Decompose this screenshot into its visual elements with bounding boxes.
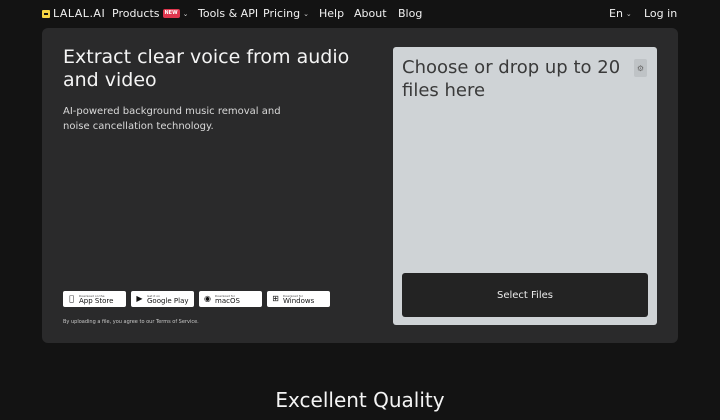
store-name: Google Play bbox=[147, 296, 189, 305]
nav-pricing-label: Pricing bbox=[263, 7, 301, 20]
store-buttons:  Download on the App Store ▶ Get it on … bbox=[63, 291, 330, 307]
logo-icon bbox=[42, 9, 50, 18]
macos-button[interactable]: ◉ Download for macOS bbox=[199, 291, 262, 307]
google-play-icon: ▶ bbox=[136, 294, 143, 303]
hero-card: Extract clear voice from audio and video… bbox=[42, 28, 678, 343]
nav-help[interactable]: Help bbox=[319, 7, 344, 20]
language-selector[interactable]: En ⌄ bbox=[609, 7, 632, 20]
hero-title: Extract clear voice from audio and video bbox=[63, 46, 350, 91]
nav-products[interactable]: Products NEW ⌄ bbox=[112, 7, 189, 20]
macos-icon: ◉ bbox=[204, 294, 211, 303]
login-label: Log in bbox=[644, 7, 678, 20]
language-label: En bbox=[609, 7, 623, 20]
terms-notice: By uploading a file, you agree to our Te… bbox=[63, 319, 199, 325]
store-name: App Store bbox=[79, 296, 114, 305]
windows-button[interactable]: ⊞ Download for Windows bbox=[267, 291, 330, 307]
drop-zone-title: Choose or drop up to 20 files here bbox=[402, 57, 621, 101]
nav-about-label: About bbox=[354, 7, 387, 20]
chevron-down-icon: ⌄ bbox=[625, 9, 632, 18]
windows-icon: ⊞ bbox=[272, 294, 279, 303]
nav-help-label: Help bbox=[319, 7, 345, 20]
nav-tools-api[interactable]: Tools & API bbox=[198, 7, 258, 20]
logo[interactable]: LALAL.AI bbox=[42, 7, 105, 20]
nav-products-label: Products bbox=[112, 7, 160, 20]
app-store-button[interactable]:  Download on the App Store bbox=[63, 291, 126, 307]
google-play-button[interactable]: ▶ Get it on Google Play bbox=[131, 291, 194, 307]
nav-blog[interactable]: Blog bbox=[398, 7, 422, 20]
store-name: Windows bbox=[283, 296, 315, 305]
logo-text: LALAL.AI bbox=[53, 7, 106, 20]
settings-icon[interactable]: ⚙ bbox=[634, 59, 647, 77]
nav-about[interactable]: About bbox=[354, 7, 387, 20]
nav-tools-label: Tools & API bbox=[198, 7, 259, 20]
top-navigation: LALAL.AI Products NEW ⌄ Tools & API Pric… bbox=[0, 0, 720, 28]
hero-subtitle: AI-powered background music removal and … bbox=[63, 106, 281, 132]
chevron-down-icon: ⌄ bbox=[182, 9, 189, 18]
new-badge: NEW bbox=[162, 9, 180, 18]
select-files-button[interactable]: Select Files bbox=[402, 273, 648, 317]
login-link[interactable]: Log in bbox=[644, 7, 677, 20]
file-drop-zone[interactable]: Choose or drop up to 20 files here ⚙ Sel… bbox=[393, 47, 657, 325]
store-name: macOS bbox=[215, 296, 240, 305]
apple-icon:  bbox=[67, 295, 76, 303]
nav-pricing[interactable]: Pricing ⌄ bbox=[263, 7, 309, 20]
nav-blog-label: Blog bbox=[398, 7, 423, 20]
chevron-down-icon: ⌄ bbox=[303, 9, 309, 18]
quality-section-title: Excellent Quality bbox=[275, 388, 445, 412]
